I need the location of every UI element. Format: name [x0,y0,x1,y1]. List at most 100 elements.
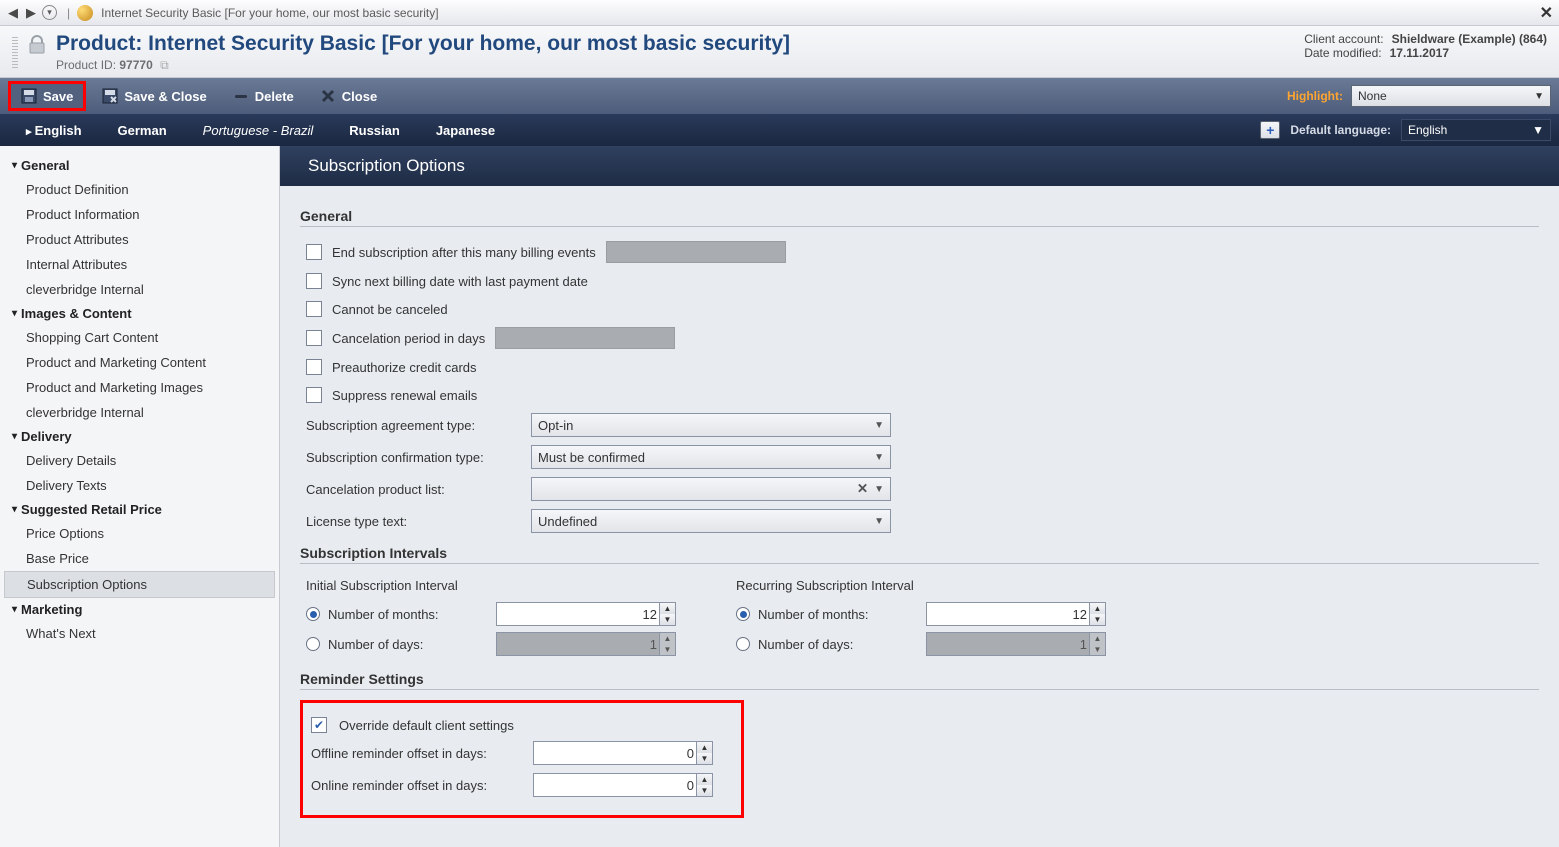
nav-back-icon[interactable]: ◀ [6,5,20,21]
title-separator: | [67,6,70,20]
recurring-months-input[interactable]: 12 ▲▼ [926,602,1106,626]
section-title: Subscription Options [280,146,1559,186]
sync-billing-checkbox[interactable] [306,273,322,289]
default-language-select[interactable]: English ▼ [1401,119,1551,141]
sidebar-item-shopping-cart-content[interactable]: Shopping Cart Content [4,325,275,350]
delete-icon [233,88,249,104]
sidebar: ▾General Product Definition Product Info… [0,146,280,847]
group-reminder-title: Reminder Settings [300,671,1539,690]
initial-months-input[interactable]: 12 ▲▼ [496,602,676,626]
end-subscription-label: End subscription after this many billing… [332,245,596,260]
sidebar-item-delivery-texts[interactable]: Delivery Texts [4,473,275,498]
override-checkbox[interactable] [311,717,327,733]
sidebar-group-marketing[interactable]: ▾Marketing [4,598,275,621]
sidebar-item-whats-next[interactable]: What's Next [4,621,275,646]
recurring-months-radio[interactable] [736,607,750,621]
date-modified-value: 17.11.2017 [1390,46,1449,60]
online-offset-label: Online reminder offset in days: [311,778,521,793]
group-intervals-title: Subscription Intervals [300,545,1539,564]
sidebar-group-general[interactable]: ▾General [4,154,275,177]
language-tabs: English German Portuguese - Brazil Russi… [0,114,1559,146]
chevron-down-icon: ▼ [874,516,884,527]
lang-tab-russian[interactable]: Russian [331,117,418,144]
cancel-period-checkbox[interactable] [306,330,322,346]
lang-tab-japanese[interactable]: Japanese [418,117,513,144]
confirmation-type-select[interactable]: Must be confirmed ▼ [531,445,891,469]
group-general-title: General [300,208,1539,227]
spinner-icon[interactable]: ▲▼ [696,774,712,796]
sidebar-item-cleverbridge-internal-1[interactable]: cleverbridge Internal [4,277,275,302]
preauth-checkbox[interactable] [306,359,322,375]
recurring-days-label: Number of days: [758,637,918,652]
suppress-checkbox[interactable] [306,387,322,403]
sidebar-item-cleverbridge-internal-2[interactable]: cleverbridge Internal [4,400,275,425]
recurring-days-input: 1 ▲▼ [926,632,1106,656]
save-close-button[interactable]: Save & Close [92,84,216,108]
online-offset-input[interactable]: 0 ▲▼ [533,773,713,797]
sidebar-group-delivery[interactable]: ▾Delivery [4,425,275,448]
main-panel: Subscription Options General End subscri… [280,146,1559,847]
nav-forward-icon[interactable]: ▶ [24,5,38,21]
app-icon [77,5,93,21]
sidebar-item-subscription-options[interactable]: Subscription Options [4,571,275,598]
sidebar-item-internal-attributes[interactable]: Internal Attributes [4,252,275,277]
chevron-down-icon: ▼ [1532,123,1544,137]
close-icon[interactable]: ✕ [1540,3,1553,23]
action-toolbar: Save Save & Close Delete Close Highlight… [0,78,1559,114]
lang-tab-german[interactable]: German [100,117,185,144]
title-bar: ◀ ▶ ▾ | Internet Security Basic [For you… [0,0,1559,26]
license-type-select[interactable]: Undefined ▼ [531,509,891,533]
spinner-icon[interactable]: ▲▼ [659,603,675,625]
end-subscription-checkbox[interactable] [306,244,322,260]
client-account-label: Client account: [1304,32,1383,46]
cancel-period-input[interactable] [495,327,675,349]
offline-offset-label: Offline reminder offset in days: [311,746,521,761]
recurring-days-radio[interactable] [736,637,750,651]
lang-tab-portuguese[interactable]: Portuguese - Brazil [185,117,332,144]
sidebar-item-product-attributes[interactable]: Product Attributes [4,227,275,252]
close-x-icon [320,88,336,104]
lang-tab-english[interactable]: English [8,117,100,144]
sidebar-item-product-definition[interactable]: Product Definition [4,177,275,202]
suppress-label: Suppress renewal emails [332,388,477,403]
save-button[interactable]: Save [8,81,86,111]
drag-handle-icon [12,36,18,68]
sidebar-item-product-marketing-images[interactable]: Product and Marketing Images [4,375,275,400]
product-id-value: 97770 [119,58,152,72]
close-button[interactable]: Close [310,84,387,108]
initial-months-radio[interactable] [306,607,320,621]
chevron-down-icon: ▼ [1534,91,1544,102]
sidebar-group-srp[interactable]: ▾Suggested Retail Price [4,498,275,521]
delete-button[interactable]: Delete [223,84,304,108]
confirmation-type-label: Subscription confirmation type: [306,450,521,465]
spinner-icon[interactable]: ▲▼ [696,742,712,764]
highlight-select[interactable]: None ▼ [1351,85,1551,107]
highlight-label: Highlight: [1287,89,1343,103]
copy-icon[interactable]: ⧉ [160,58,169,72]
sidebar-item-price-options[interactable]: Price Options [4,521,275,546]
sidebar-item-product-marketing-content[interactable]: Product and Marketing Content [4,350,275,375]
save-icon [21,88,37,104]
initial-months-label: Number of months: [328,607,488,622]
chevron-down-icon: ▼ [874,452,884,463]
page-header: Product: Internet Security Basic [For yo… [0,26,1559,78]
cannot-cancel-checkbox[interactable] [306,301,322,317]
add-language-button[interactable]: + [1260,121,1280,139]
agreement-type-select[interactable]: Opt-in ▼ [531,413,891,437]
spinner-icon[interactable]: ▲▼ [1089,603,1105,625]
nav-history-dropdown-icon[interactable]: ▾ [42,5,57,20]
initial-interval-column: Initial Subscription Interval Number of … [306,578,676,659]
sidebar-item-delivery-details[interactable]: Delivery Details [4,448,275,473]
clear-icon[interactable]: ✕ [857,481,868,497]
initial-days-input: 1 ▲▼ [496,632,676,656]
sidebar-item-product-information[interactable]: Product Information [4,202,275,227]
preauth-label: Preauthorize credit cards [332,360,477,375]
offline-offset-input[interactable]: 0 ▲▼ [533,741,713,765]
sidebar-item-base-price[interactable]: Base Price [4,546,275,571]
default-language-label: Default language: [1290,123,1391,137]
initial-days-radio[interactable] [306,637,320,651]
chevron-down-icon: ▼ [874,484,884,495]
end-subscription-input[interactable] [606,241,786,263]
sidebar-group-images-content[interactable]: ▾Images & Content [4,302,275,325]
cancel-product-list-select[interactable]: ✕ ▼ [531,477,891,501]
